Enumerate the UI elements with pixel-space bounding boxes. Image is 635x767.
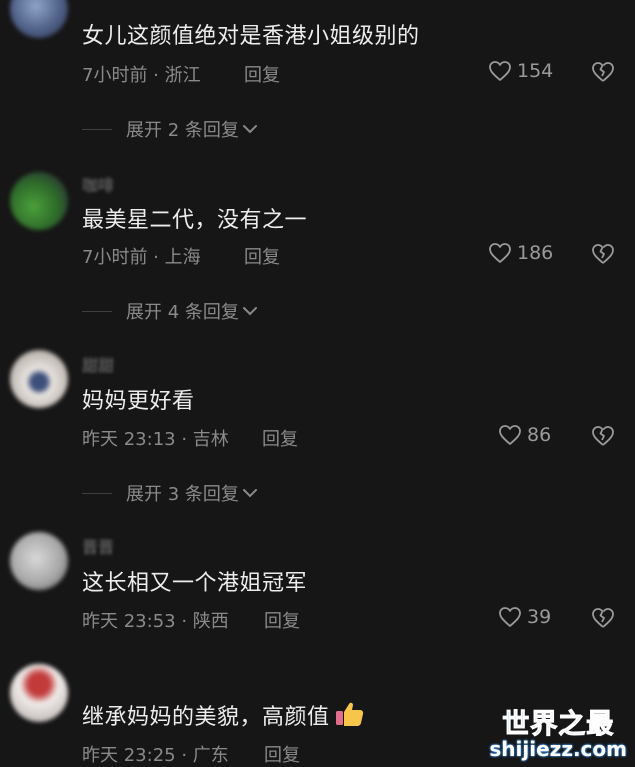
comment-text: 继承妈妈的美貌，高颜值: [82, 699, 366, 731]
divider: [82, 128, 112, 130]
heart-icon: [499, 607, 521, 627]
avatar[interactable]: [10, 0, 68, 38]
reply-button[interactable]: 回复: [244, 243, 280, 269]
expand-replies-label: 展开 2 条回复: [126, 120, 239, 141]
chevron-down-icon: [242, 125, 257, 134]
username[interactable]: 甜甜: [82, 352, 114, 376]
divider: [82, 310, 112, 312]
like-button[interactable]: 86: [498, 424, 551, 446]
like-count: 186: [517, 242, 554, 264]
heart-icon: [489, 61, 511, 81]
divider: [82, 492, 112, 494]
expand-replies-label: 展开 3 条回复: [126, 484, 239, 505]
avatar[interactable]: [10, 350, 68, 408]
thumbs-up-icon: [335, 702, 363, 726]
comment-text: 这长相又一个港姐冠军: [82, 571, 308, 596]
reply-button[interactable]: 回复: [244, 61, 280, 87]
watermark-logo: 世界之最 shijiezz.com: [489, 702, 627, 762]
avatar[interactable]: [10, 664, 68, 722]
broken-heart-icon[interactable]: [590, 242, 616, 266]
broken-heart-icon[interactable]: [590, 424, 616, 448]
comment-meta: 昨天 23:53 · 陕西: [82, 611, 229, 632]
broken-heart-icon[interactable]: [590, 60, 616, 84]
watermark-subtitle: shijiezz.com: [489, 737, 627, 761]
comment-meta: 7小时前 · 浙江: [82, 65, 201, 86]
comment-text: 最美星二代，没有之一: [82, 208, 308, 233]
heart-icon: [489, 243, 511, 263]
comment-meta: 昨天 23:25 · 广东: [82, 745, 229, 766]
expand-replies-button[interactable]: 展开 3 条回复: [82, 480, 259, 506]
comment-meta: 昨天 23:13 · 吉林: [82, 429, 229, 450]
expand-replies-button[interactable]: 展开 4 条回复: [82, 298, 259, 324]
like-button[interactable]: 154: [488, 60, 553, 82]
comment-text-content: 继承妈妈的美貌，高颜值: [82, 705, 330, 730]
expand-replies-label: 展开 4 条回复: [126, 302, 239, 323]
comment-meta: 7小时前 · 上海: [82, 247, 201, 268]
reply-button[interactable]: 回复: [264, 607, 300, 633]
reply-button[interactable]: 回复: [264, 741, 300, 767]
chevron-down-icon: [242, 307, 257, 316]
like-button[interactable]: 39: [498, 606, 551, 628]
chevron-down-icon: [242, 489, 257, 498]
broken-heart-icon[interactable]: [590, 606, 616, 630]
like-button[interactable]: 186: [488, 242, 553, 264]
like-count: 154: [517, 60, 554, 82]
avatar[interactable]: [10, 172, 68, 230]
comment-text: 女儿这颜值绝对是香港小姐级别的: [82, 24, 420, 49]
reply-button[interactable]: 回复: [262, 425, 298, 451]
avatar[interactable]: [10, 532, 68, 590]
comment-text: 妈妈更好看: [82, 389, 195, 414]
like-count: 86: [527, 424, 552, 446]
username[interactable]: 咖啡: [82, 172, 114, 196]
username[interactable]: 晋晋: [82, 534, 114, 558]
expand-replies-button[interactable]: 展开 2 条回复: [82, 116, 259, 142]
like-count: 39: [527, 606, 552, 628]
watermark-title: 世界之最: [502, 709, 615, 741]
heart-icon: [499, 425, 521, 445]
